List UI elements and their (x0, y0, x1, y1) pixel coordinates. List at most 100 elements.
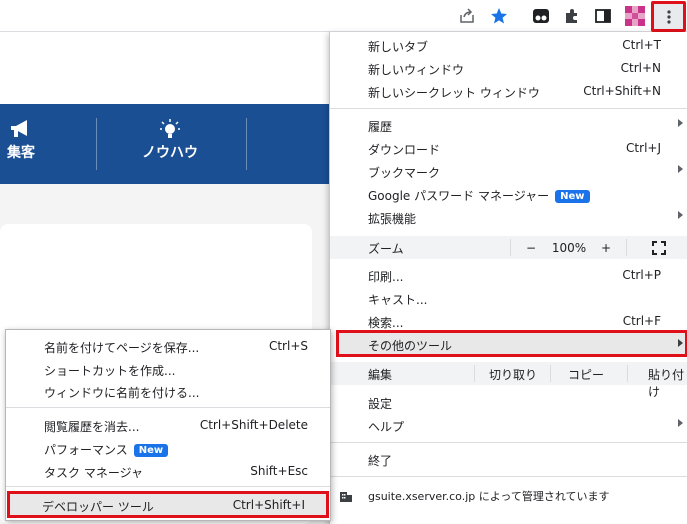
submenu-item-clear-browsing-data[interactable]: 閲覧履歴を消去... Ctrl+Shift+Delete (6, 414, 330, 436)
shortcut-label: Ctrl+Shift+N (583, 84, 661, 98)
menu-item-print[interactable]: 印刷... Ctrl+P (330, 264, 687, 287)
nav-label-marketing: 集客 (7, 145, 35, 161)
menu-label: 終了 (368, 454, 393, 468)
menu-item-history[interactable]: 履歴 (330, 114, 687, 137)
shortcut-label: Ctrl+Shift+I (232, 498, 305, 512)
edit-row: 編集 切り取り コピー 貼り付け (330, 362, 687, 399)
menu-label: ダウンロード (368, 143, 441, 157)
tampermonkey-icon[interactable] (531, 6, 551, 26)
menu-item-cast[interactable]: キャスト... (330, 287, 687, 310)
menu-label: 設定 (368, 397, 393, 411)
new-badge: New (555, 190, 590, 203)
edit-divider (474, 365, 475, 382)
browser-toolbar (0, 0, 687, 32)
menu-item-downloads[interactable]: ダウンロード Ctrl+J (330, 137, 687, 160)
menu-label: ウィンドウに名前を付ける... (44, 386, 200, 400)
edit-divider (550, 365, 551, 382)
lightbulb-icon (130, 116, 210, 142)
submenu-arrow-icon (678, 339, 683, 347)
menu-label: 印刷... (368, 270, 404, 284)
submenu-item-developer-tools[interactable]: デベロッパー ツール Ctrl+Shift+I (7, 491, 329, 518)
kebab-menu-icon (663, 8, 675, 29)
shortcut-label: Shift+Esc (250, 464, 308, 478)
nav-item-marketing[interactable]: 集客 (0, 116, 42, 162)
profile-avatar[interactable] (625, 6, 645, 26)
zoom-divider (510, 239, 511, 256)
menu-label: 新しいタブ (368, 40, 429, 54)
menu-label: ヘルプ (368, 420, 405, 434)
performance-label: パフォーマンス (44, 443, 128, 457)
menu-label: ショートカットを作成... (44, 364, 176, 378)
bookmark-star-icon[interactable] (489, 6, 509, 26)
submenu-arrow-icon (678, 119, 683, 127)
chrome-main-menu: 新しいタブ Ctrl+T 新しいウィンドウ Ctrl+N 新しいシークレット ウ… (329, 32, 687, 524)
nav-item-knowhow[interactable]: ノウハウ (130, 116, 210, 162)
nav-divider (96, 118, 97, 170)
menu-item-new-tab[interactable]: 新しいタブ Ctrl+T (330, 34, 687, 57)
zoom-label: ズーム (368, 242, 404, 256)
menu-item-new-incognito[interactable]: 新しいシークレット ウィンドウ Ctrl+Shift+N (330, 80, 687, 103)
share-icon[interactable] (457, 6, 477, 26)
fullscreen-button[interactable] (644, 236, 674, 259)
menu-item-extensions[interactable]: 拡張機能 (330, 206, 687, 229)
menu-item-bookmarks[interactable]: ブックマーク (330, 160, 687, 183)
menu-separator (330, 476, 687, 477)
chrome-menu-button[interactable] (651, 1, 686, 32)
megaphone-icon (0, 116, 42, 142)
menu-label: 名前を付けてページを保存... (44, 341, 200, 355)
menu-label: 履歴 (368, 120, 393, 134)
menu-label: その他のツール (368, 339, 453, 353)
managed-label: gsuite.xserver.co.jp によって管理されています (368, 490, 610, 503)
shortcut-label: Ctrl+N (620, 61, 661, 75)
menu-item-more-tools[interactable]: その他のツール (336, 330, 687, 357)
menu-item-new-window[interactable]: 新しいウィンドウ Ctrl+N (330, 57, 687, 80)
menu-item-exit[interactable]: 終了 (330, 448, 687, 471)
menu-label: 閲覧履歴を消去... (44, 420, 140, 434)
menu-item-settings[interactable]: 設定 (330, 391, 687, 414)
side-panel-icon[interactable] (593, 6, 613, 26)
shortcut-label: Ctrl+J (626, 141, 661, 155)
managed-by-notice[interactable]: gsuite.xserver.co.jp によって管理されています (330, 484, 687, 508)
zoom-divider (626, 239, 627, 256)
cut-button[interactable]: 切り取り (489, 366, 537, 383)
menu-label: キャスト... (368, 293, 428, 307)
nav-divider (246, 118, 247, 170)
submenu-item-create-shortcut[interactable]: ショートカットを作成... (6, 358, 330, 380)
more-tools-submenu: 名前を付けてページを保存... Ctrl+S ショートカットを作成... ウィン… (5, 329, 331, 521)
shortcut-label: Ctrl+Shift+Delete (199, 418, 308, 432)
menu-label: 新しいシークレット ウィンドウ (368, 86, 540, 100)
nav-label-knowhow: ノウハウ (142, 145, 198, 161)
submenu-item-performance[interactable]: パフォーマンス New (6, 437, 330, 459)
site-navigation: 集客 ノウハウ (0, 104, 330, 184)
submenu-item-save-page[interactable]: 名前を付けてページを保存... Ctrl+S (6, 335, 330, 357)
menu-label: デベロッパー ツール (42, 500, 154, 514)
submenu-arrow-icon (678, 419, 683, 427)
zoom-in-button[interactable]: + (596, 236, 616, 259)
building-icon (339, 489, 353, 506)
shortcut-label: Ctrl+T (622, 38, 661, 52)
menu-item-password-manager[interactable]: Google パスワード マネージャー New (330, 183, 687, 206)
menu-separator (6, 486, 330, 487)
password-manager-label: Google パスワード マネージャー (368, 189, 550, 203)
menu-separator (6, 407, 330, 408)
menu-item-help[interactable]: ヘルプ (330, 414, 687, 437)
submenu-arrow-icon (678, 211, 683, 219)
menu-label: 拡張機能 (368, 212, 417, 226)
new-badge: New (133, 444, 169, 457)
edit-label: 編集 (368, 368, 393, 382)
zoom-row: ズーム − 100% + (330, 236, 687, 259)
menu-label: タスク マネージャ (44, 466, 143, 480)
zoom-out-button[interactable]: − (520, 236, 542, 259)
edit-divider (627, 365, 628, 382)
menu-label: ブックマーク (368, 166, 441, 180)
shortcut-label: Ctrl+S (268, 339, 308, 353)
zoom-level: 100% (551, 240, 587, 255)
submenu-arrow-icon (678, 165, 683, 173)
fullscreen-icon (652, 240, 666, 255)
submenu-item-task-manager[interactable]: タスク マネージャ Shift+Esc (6, 460, 330, 482)
menu-separator (330, 108, 687, 109)
submenu-item-name-window[interactable]: ウィンドウに名前を付ける... (6, 380, 330, 402)
copy-button[interactable]: コピー (568, 366, 604, 383)
page-header-area (0, 32, 330, 104)
extensions-puzzle-icon[interactable] (562, 6, 582, 26)
